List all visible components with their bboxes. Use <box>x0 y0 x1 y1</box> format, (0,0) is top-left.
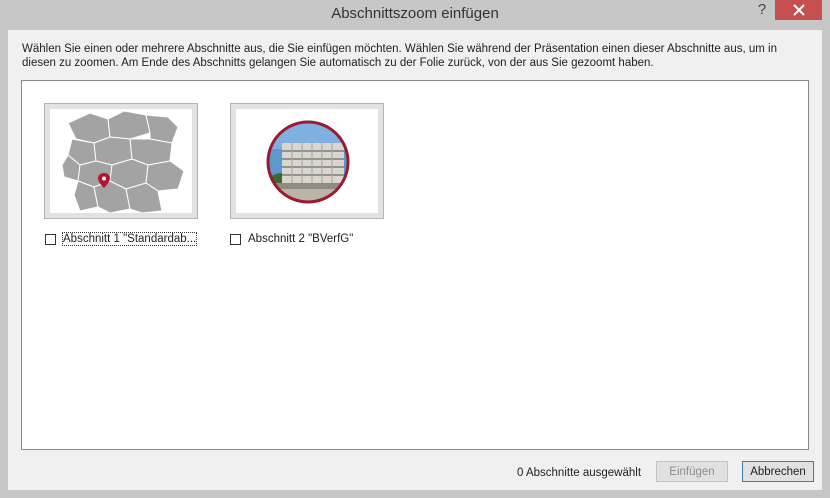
section-1-option[interactable]: Abschnitt 1 "Standardab... <box>45 231 198 247</box>
help-button[interactable]: ? <box>752 1 772 21</box>
section-2-checkbox[interactable] <box>230 233 241 245</box>
section-1-label[interactable]: Abschnitt 1 "Standardab... <box>61 232 198 246</box>
instruction-text: Wählen Sie einen oder mehrere Abschnitte… <box>22 43 777 69</box>
section-2-option[interactable]: Abschnitt 2 "BVerfG" <box>230 231 353 247</box>
section-2-thumbnail[interactable] <box>230 103 384 219</box>
germany-map-graphic <box>61 110 185 213</box>
close-button[interactable] <box>775 0 822 20</box>
photo-image <box>236 109 378 213</box>
title-bar: Abschnittszoom einfügen ? <box>0 0 830 30</box>
dialog-body: Wählen Sie einen oder mehrere Abschnitte… <box>8 30 822 490</box>
section-1-thumbnail[interactable] <box>44 103 198 219</box>
section-list: Abschnitt 1 "Standardab... Abschnitt 2 "… <box>21 80 809 450</box>
insert-button[interactable]: Einfügen <box>656 461 728 482</box>
close-icon <box>792 4 805 16</box>
section-1-checkbox[interactable] <box>45 233 56 245</box>
building-photo-graphic <box>266 120 350 204</box>
selection-status: 0 Abschnitte ausgewählt <box>517 467 642 479</box>
dialog-title: Abschnittszoom einfügen <box>331 5 499 22</box>
cancel-button[interactable]: Abbrechen <box>742 461 814 482</box>
map-image <box>50 109 192 213</box>
section-2-label[interactable]: Abschnitt 2 "BVerfG" <box>248 233 353 245</box>
